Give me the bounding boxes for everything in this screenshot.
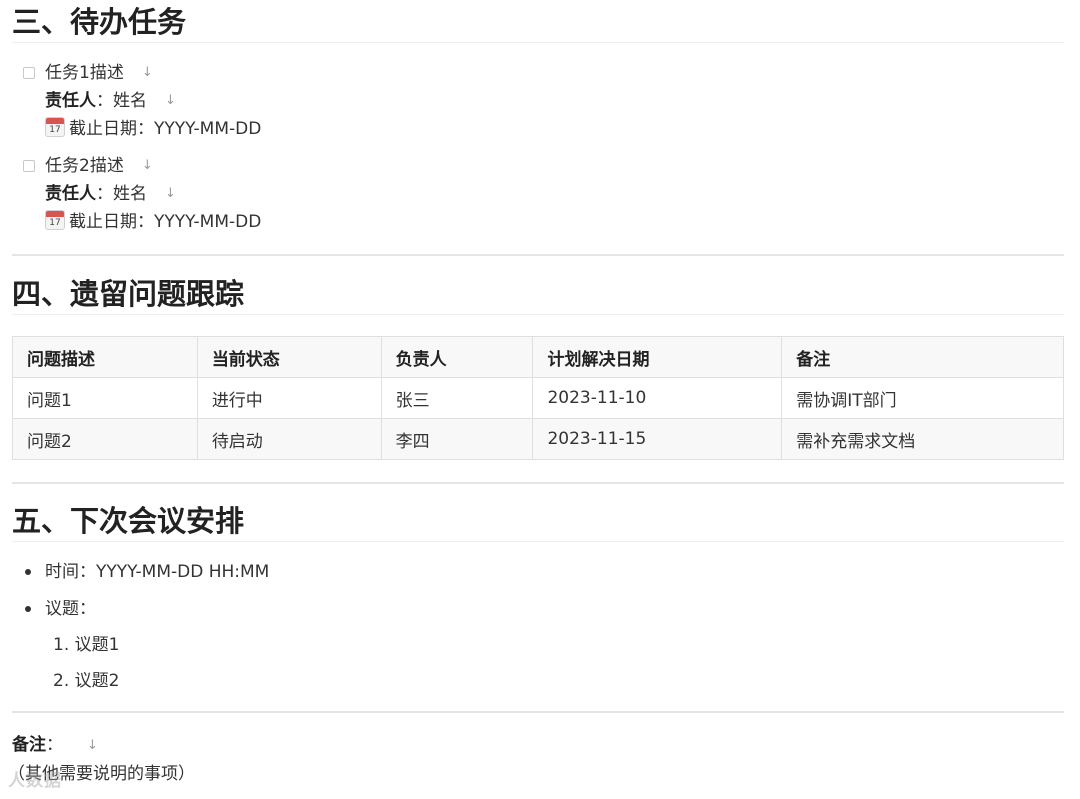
task-description: 任务2描述 (45, 156, 124, 176)
table-cell: 张三 (380, 377, 534, 419)
table-cell: 李四 (380, 418, 534, 460)
due-date-text: 截止日期：YYYY-MM-DD (69, 212, 262, 232)
table-row: 问题1 进行中 张三 2023-11-10 需协调IT部门 (12, 377, 1064, 419)
notes-block: 备注： ↓ （其他需要说明的事项） (8, 731, 1064, 788)
down-arrow-icon: ↓ (165, 186, 176, 201)
agenda-item: 2. 议题2 (53, 671, 120, 691)
section-title-todo: 三、待办任务 (12, 0, 1064, 43)
section-divider (12, 482, 1064, 484)
bullet-icon (25, 569, 31, 575)
section-divider (12, 711, 1064, 713)
task-item: 任务2描述 ↓ 责任人：姓名 ↓ 17 截止日期：YYYY-MM-DD (12, 152, 1064, 236)
table-cell: 2023-11-10 (532, 377, 783, 419)
notes-label: 备注 (12, 735, 46, 755)
table-header-cell: 负责人 (380, 336, 534, 378)
issues-table: 问题描述 当前状态 负责人 计划解决日期 备注 问题1 进行中 张三 2023-… (12, 336, 1064, 460)
agenda-label: 议题： (45, 599, 96, 619)
table-header-cell: 问题描述 (12, 336, 198, 378)
table-header-cell: 当前状态 (196, 336, 382, 378)
owner-label: 责任人 (45, 184, 96, 204)
section-title-next-meeting: 五、下次会议安排 (12, 501, 1064, 542)
table-header-cell: 计划解决日期 (532, 336, 783, 378)
task-checkbox[interactable] (23, 67, 35, 79)
down-arrow-icon: ↓ (87, 737, 98, 753)
table-header-row: 问题描述 当前状态 负责人 计划解决日期 备注 (12, 336, 1064, 378)
task-list: 任务1描述 ↓ 责任人：姓名 ↓ 17 截止日期：YYYY-MM-DD 任务2描述 ↓ … (12, 59, 1064, 236)
calendar-icon: 17 (45, 210, 65, 230)
meeting-time: 时间：YYYY-MM-DD HH:MM (45, 562, 270, 582)
meeting-list: 时间：YYYY-MM-DD HH:MM 议题： (12, 558, 1064, 623)
agenda-item: 1. 议题1 (53, 635, 120, 655)
calendar-icon-day: 17 (49, 218, 61, 228)
section-title-issues: 四、遗留问题跟踪 (12, 274, 1064, 315)
section-issues: 四、遗留问题跟踪 问题描述 当前状态 负责人 计划解决日期 备注 问题1 进行中… (12, 274, 1064, 460)
watermark-text: 人数据 (8, 771, 62, 791)
calendar-icon-day: 17 (49, 125, 61, 135)
down-arrow-icon: ↓ (141, 158, 153, 173)
table-cell: 进行中 (196, 377, 382, 419)
section-divider (12, 254, 1064, 256)
due-date-text: 截止日期：YYYY-MM-DD (69, 119, 262, 139)
owner-value: ：姓名 (96, 91, 147, 111)
section-next-meeting: 五、下次会议安排 时间：YYYY-MM-DD HH:MM 议题： 1. 议题1 … (12, 501, 1064, 695)
table-row: 问题2 待启动 李四 2023-11-15 需补充需求文档 (12, 418, 1064, 460)
down-arrow-icon: ↓ (141, 65, 153, 80)
task-description: 任务1描述 (45, 63, 124, 83)
table-cell: 问题2 (12, 418, 198, 460)
owner-label: 责任人 (45, 91, 96, 111)
down-arrow-icon: ↓ (165, 93, 176, 108)
notes-text: （其他需要说明的事项） (8, 763, 195, 784)
table-cell: 需补充需求文档 (781, 418, 1064, 460)
document-page: 三、待办任务 任务1描述 ↓ 责任人：姓名 ↓ 17 截止日期：YYYY-MM-DD … (8, 0, 1064, 788)
table-cell: 待启动 (196, 418, 382, 460)
section-todo: 三、待办任务 任务1描述 ↓ 责任人：姓名 ↓ 17 截止日期：YYYY-MM-DD … (12, 0, 1064, 236)
agenda-list: 1. 议题1 2. 议题2 (12, 631, 1064, 695)
table-cell: 需协调IT部门 (781, 377, 1064, 419)
calendar-icon: 17 (45, 117, 65, 137)
task-checkbox[interactable] (23, 160, 35, 172)
table-header-cell: 备注 (781, 336, 1064, 378)
table-cell: 问题1 (12, 377, 198, 419)
list-item: 议题： (12, 595, 1064, 623)
bullet-icon (25, 606, 31, 612)
table-cell: 2023-11-15 (532, 418, 783, 460)
owner-value: ：姓名 (96, 184, 147, 204)
list-item: 时间：YYYY-MM-DD HH:MM (12, 558, 1064, 586)
task-item: 任务1描述 ↓ 责任人：姓名 ↓ 17 截止日期：YYYY-MM-DD (12, 59, 1064, 143)
notes-colon: ： (46, 735, 63, 755)
